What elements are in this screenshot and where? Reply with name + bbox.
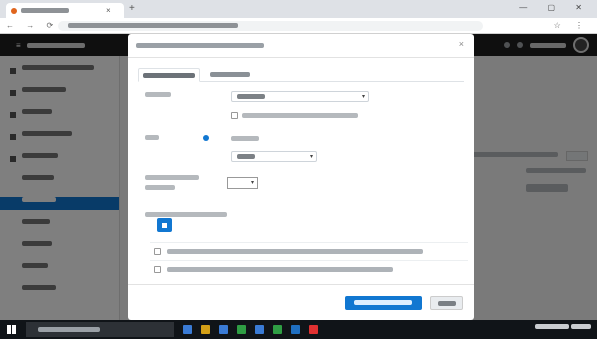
app-icon[interactable] <box>309 325 318 334</box>
tags-placeholder <box>231 136 259 141</box>
modal-footer <box>128 284 474 285</box>
url-text <box>68 23 238 28</box>
clock <box>571 324 591 329</box>
chevron-down-icon: ▾ <box>361 94 365 100</box>
number-label <box>145 175 199 180</box>
add-random-button[interactable] <box>157 218 172 232</box>
taskbar-apps <box>183 325 318 334</box>
app-icon[interactable] <box>237 325 246 334</box>
taskbar-search[interactable] <box>26 322 174 337</box>
notice-row <box>150 242 468 259</box>
window-controls[interactable]: — ▢ ✕ <box>519 3 591 12</box>
app-icon[interactable] <box>273 325 282 334</box>
subcategories-checkbox[interactable] <box>231 112 238 119</box>
chevron-down-icon: ▾ <box>309 154 313 160</box>
notice-checkbox[interactable] <box>154 248 161 255</box>
new-tab-icon[interactable]: + <box>129 3 135 14</box>
windows-start-icon[interactable] <box>7 325 16 334</box>
chevron-down-icon: ▾ <box>250 180 254 186</box>
system-tray[interactable] <box>535 324 591 330</box>
primary-button[interactable] <box>345 296 422 310</box>
nav-buttons[interactable]: ← → ⟳ <box>6 21 58 30</box>
browser-tab[interactable]: × <box>6 3 124 18</box>
tags-label <box>145 135 159 140</box>
help-icon[interactable] <box>203 135 209 141</box>
notice-row <box>150 260 468 277</box>
tags-select[interactable]: ▾ <box>231 151 317 162</box>
add-question-modal: × ▾ ▾ ▾ <box>128 34 474 320</box>
taskview-icon[interactable] <box>183 325 192 334</box>
notice-text <box>167 267 393 272</box>
browser-tab-bar: × + — ▢ ✕ <box>0 0 597 18</box>
app-icon[interactable] <box>219 325 228 334</box>
subcategories-label <box>242 113 358 118</box>
close-icon[interactable]: × <box>459 39 464 49</box>
notice-text <box>167 249 423 254</box>
tray-icons <box>535 324 570 329</box>
modal-header: × <box>128 34 474 58</box>
address-bar-icons[interactable]: ☆ ⋮ <box>554 21 589 30</box>
category-select[interactable]: ▾ <box>231 91 369 102</box>
close-tab-icon[interactable]: × <box>106 6 111 15</box>
tab-active[interactable] <box>138 68 200 82</box>
secondary-button[interactable] <box>430 296 463 310</box>
tab-inactive[interactable] <box>206 68 254 82</box>
explorer-icon[interactable] <box>201 325 210 334</box>
plus-icon <box>162 223 167 228</box>
modal-title <box>136 43 264 48</box>
favicon-icon <box>11 8 17 14</box>
taskbar <box>0 320 597 339</box>
questions-label <box>145 212 227 217</box>
address-bar-row: ← → ⟳ ☆ ⋮ <box>0 18 597 34</box>
tab-title <box>21 8 69 13</box>
number-select[interactable]: ▾ <box>227 177 258 189</box>
app-icon[interactable] <box>255 325 264 334</box>
number-label-line2 <box>145 185 175 190</box>
search-placeholder <box>38 327 100 332</box>
app-icon[interactable] <box>291 325 300 334</box>
address-bar[interactable] <box>58 21 483 31</box>
category-label <box>145 92 171 97</box>
modal-tabs <box>138 68 464 82</box>
notice-checkbox[interactable] <box>154 266 161 273</box>
